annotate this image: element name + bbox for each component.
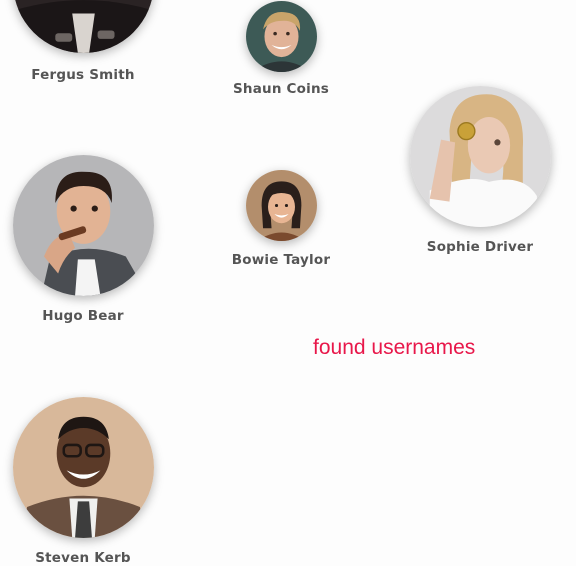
person-name[interactable]: Fergus Smith: [0, 67, 183, 83]
person-name[interactable]: Shaun Coins: [181, 81, 381, 97]
person-name[interactable]: Bowie Taylor: [181, 252, 381, 268]
avatar-sophie-driver[interactable]: [410, 86, 551, 227]
person-name[interactable]: Sophie Driver: [380, 239, 576, 255]
person-photo-icon: [246, 1, 317, 72]
person-photo-icon: [13, 0, 154, 53]
person-photo-icon: [410, 86, 551, 227]
avatar-steven-kerb[interactable]: [13, 397, 154, 538]
found-usernames-text: found usernames: [313, 336, 476, 359]
avatar-fergus-smith[interactable]: [13, 0, 154, 53]
avatar-hugo-bear[interactable]: [13, 155, 154, 296]
avatar-shaun-coins[interactable]: [246, 1, 317, 72]
person-name[interactable]: Hugo Bear: [0, 308, 183, 324]
person-name[interactable]: Steven Kerb: [0, 550, 183, 566]
avatar-bowie-taylor[interactable]: [246, 170, 317, 241]
person-photo-icon: [13, 155, 154, 296]
person-photo-icon: [246, 170, 317, 241]
person-photo-icon: [13, 397, 154, 538]
